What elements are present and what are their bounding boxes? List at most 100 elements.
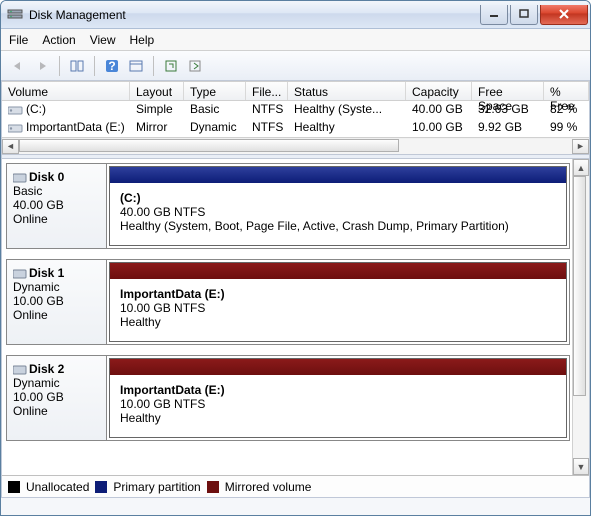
volume-status: Healthy (288, 119, 406, 137)
toolbar: ? (1, 51, 590, 81)
scroll-up-button[interactable]: ▲ (573, 159, 589, 176)
scroll-left-button[interactable]: ◄ (2, 139, 19, 154)
minimize-button[interactable] (480, 5, 508, 25)
disk-name: Disk 0 (29, 170, 64, 184)
partition-bar (110, 263, 566, 279)
disk-row[interactable]: Disk 0Basic40.00 GBOnline(C:)40.00 GB NT… (6, 163, 570, 249)
disk-info: Disk 1Dynamic10.00 GBOnline (7, 260, 107, 344)
volume-list-header: Volume Layout Type File... Status Capaci… (2, 81, 589, 101)
statusbar (1, 497, 590, 515)
scroll-thumb[interactable] (573, 176, 586, 396)
disk-list: Disk 0Basic40.00 GBOnline(C:)40.00 GB NT… (2, 159, 572, 475)
partition-body: (C:)40.00 GB NTFSHealthy (System, Boot, … (110, 183, 566, 245)
disk-state: Online (13, 212, 100, 226)
scroll-down-button[interactable]: ▼ (573, 458, 589, 475)
svg-text:?: ? (108, 59, 115, 73)
partition-status: Healthy (120, 315, 556, 329)
volume-capacity: 40.00 GB (406, 101, 472, 119)
scroll-right-button[interactable]: ► (572, 139, 589, 154)
disk-icon (13, 268, 27, 280)
app-icon (7, 7, 23, 23)
swatch-unallocated (8, 481, 20, 493)
forward-button[interactable] (31, 55, 53, 77)
partition[interactable]: ImportantData (E:)10.00 GB NTFSHealthy (109, 358, 567, 438)
volume-fs: NTFS (246, 119, 288, 137)
col-status[interactable]: Status (288, 82, 406, 100)
partition[interactable]: ImportantData (E:)10.00 GB NTFSHealthy (109, 262, 567, 342)
maximize-button[interactable] (510, 5, 538, 25)
horizontal-scrollbar[interactable]: ◄ ► (2, 137, 589, 154)
help-button[interactable]: ? (101, 55, 123, 77)
refresh-button[interactable] (160, 55, 182, 77)
col-layout[interactable]: Layout (130, 82, 184, 100)
disk-state: Online (13, 308, 100, 322)
show-hide-button[interactable] (66, 55, 88, 77)
col-free-space[interactable]: Free Space (472, 82, 544, 100)
volume-layout: Mirror (130, 119, 184, 137)
col-type[interactable]: Type (184, 82, 246, 100)
partition-name: (C:) (120, 191, 556, 205)
scroll-track[interactable] (573, 176, 589, 458)
drive-icon (8, 104, 24, 116)
legend: Unallocated Primary partition Mirrored v… (2, 475, 589, 497)
disk-kind: Dynamic (13, 280, 100, 294)
disk-info: Disk 2Dynamic10.00 GBOnline (7, 356, 107, 440)
volume-free: 9.92 GB (472, 119, 544, 137)
separator (94, 56, 95, 76)
legend-mirrored: Mirrored volume (225, 480, 312, 494)
disk-icon (13, 172, 27, 184)
volume-row[interactable]: ImportantData (E:)MirrorDynamicNTFSHealt… (2, 119, 589, 137)
partition-name: ImportantData (E:) (120, 287, 556, 301)
back-button[interactable] (7, 55, 29, 77)
partition-bar (110, 167, 566, 183)
disk-size: 40.00 GB (13, 198, 100, 212)
disk-name: Disk 2 (29, 362, 64, 376)
volume-type: Dynamic (184, 119, 246, 137)
window: Disk Management File Action View Help ? … (0, 0, 591, 516)
volume-list: (C:)SimpleBasicNTFSHealthy (Syste...40.0… (2, 101, 589, 137)
vertical-scrollbar[interactable]: ▲ ▼ (572, 159, 589, 475)
partition[interactable]: (C:)40.00 GB NTFSHealthy (System, Boot, … (109, 166, 567, 246)
window-title: Disk Management (29, 8, 480, 22)
col-pct-free[interactable]: % Free (544, 82, 589, 100)
menu-view[interactable]: View (90, 33, 116, 47)
col-volume[interactable]: Volume (2, 82, 130, 100)
content-area: Volume Layout Type File... Status Capaci… (1, 81, 590, 497)
disk-row[interactable]: Disk 1Dynamic10.00 GBOnlineImportantData… (6, 259, 570, 345)
partition-name: ImportantData (E:) (120, 383, 556, 397)
titlebar[interactable]: Disk Management (1, 1, 590, 29)
scroll-thumb[interactable] (19, 139, 399, 152)
scroll-track[interactable] (19, 139, 572, 154)
swatch-primary (95, 481, 107, 493)
menu-help[interactable]: Help (130, 33, 155, 47)
disk-size: 10.00 GB (13, 294, 100, 308)
disk-info: Disk 0Basic40.00 GBOnline (7, 164, 107, 248)
menu-file[interactable]: File (9, 33, 28, 47)
partition-size: 40.00 GB NTFS (120, 205, 556, 219)
partition-size: 10.00 GB NTFS (120, 397, 556, 411)
volume-row[interactable]: (C:)SimpleBasicNTFSHealthy (Syste...40.0… (2, 101, 589, 119)
col-filesystem[interactable]: File... (246, 82, 288, 100)
separator (59, 56, 60, 76)
window-buttons (480, 5, 590, 25)
partition-bar (110, 359, 566, 375)
partition-body: ImportantData (E:)10.00 GB NTFSHealthy (110, 279, 566, 341)
partition-status: Healthy (120, 411, 556, 425)
col-capacity[interactable]: Capacity (406, 82, 472, 100)
volume-name: (C:) (26, 102, 46, 116)
disk-row[interactable]: Disk 2Dynamic10.00 GBOnlineImportantData… (6, 355, 570, 441)
disk-state: Online (13, 404, 100, 418)
legend-primary: Primary partition (113, 480, 200, 494)
close-button[interactable] (540, 5, 588, 25)
settings-button[interactable] (125, 55, 147, 77)
disk-kind: Basic (13, 184, 100, 198)
disk-icon (13, 364, 27, 376)
legend-unallocated: Unallocated (26, 480, 89, 494)
rescan-button[interactable] (184, 55, 206, 77)
partition-status: Healthy (System, Boot, Page File, Active… (120, 219, 556, 233)
menubar: File Action View Help (1, 29, 590, 51)
separator (153, 56, 154, 76)
volume-status: Healthy (Syste... (288, 101, 406, 119)
drive-icon (8, 122, 24, 134)
menu-action[interactable]: Action (42, 33, 75, 47)
